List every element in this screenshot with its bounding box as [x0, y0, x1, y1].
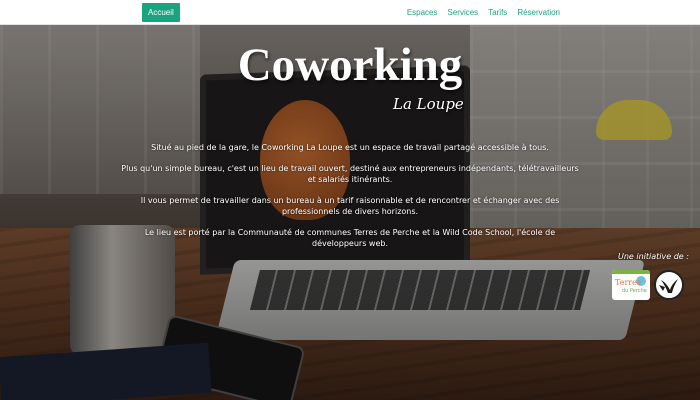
nav-links: Espaces Services Tarifs Réservation [407, 0, 560, 25]
nav-link-services[interactable]: Services [448, 8, 479, 17]
description-paragraph: Plus qu'un simple bureau, c'est un lieu … [121, 163, 579, 185]
nav-link-tarifs[interactable]: Tarifs [488, 8, 507, 17]
nav-link-reservation[interactable]: Réservation [517, 8, 560, 17]
nav-link-espaces[interactable]: Espaces [407, 8, 438, 17]
logo-strip [612, 270, 650, 274]
description-paragraph: Le lieu est porté par la Communauté de c… [144, 227, 556, 249]
navbar: Accueil Espaces Services Tarifs Réservat… [0, 0, 700, 25]
page-title: Coworking [237, 39, 463, 91]
description-paragraph: Situé au pied de la gare, le Coworking L… [151, 143, 549, 152]
perche-logo-text: du Perche [622, 288, 647, 294]
terres-de-perche-logo[interactable]: Terres du Perche [612, 270, 650, 300]
hero-description: Situé au pied de la gare, le Coworking L… [118, 142, 582, 259]
wild-code-school-logo[interactable] [654, 270, 684, 300]
initiative-label: Une initiative de : [618, 252, 689, 261]
description-paragraph: Il vous permet de travailler dans un bur… [140, 195, 560, 217]
wild-code-school-icon [657, 273, 681, 297]
terres-logo-text: Terres [615, 278, 641, 287]
nav-home-button[interactable]: Accueil [142, 3, 180, 22]
page-subtitle: La Loupe [393, 95, 464, 113]
